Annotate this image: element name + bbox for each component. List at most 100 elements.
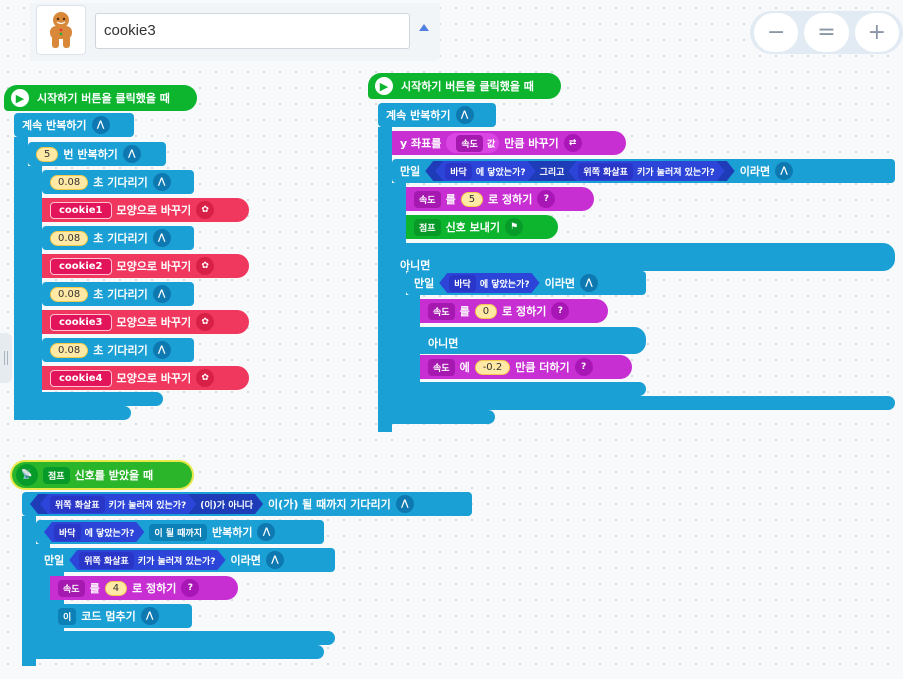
object-dropdown[interactable]: 바닥: [449, 275, 476, 292]
signal-event-block[interactable]: 📡 점프 신호를 받았을 때: [12, 462, 192, 488]
gingerbread-icon: [50, 12, 72, 48]
panel-resize-handle[interactable]: [0, 333, 12, 383]
touch-condition[interactable]: 바닥 에 닿았는가?: [44, 522, 144, 542]
if-end: [50, 631, 335, 645]
wait-block[interactable]: 0.08 초 기다리기 ⋀: [42, 338, 194, 362]
object-dropdown[interactable]: 바닥: [445, 163, 472, 180]
and-condition[interactable]: 바닥 에 닿았는가? 그리고 위쪽 화살표 키가 눌러져 있는가?: [425, 161, 734, 181]
block-label: 이(가) 될 때까지 기다리기: [268, 498, 391, 511]
collapse-up-icon[interactable]: [419, 24, 429, 31]
key-dropdown[interactable]: 위쪽 화살표: [50, 496, 105, 513]
shape-dropdown[interactable]: cookie2: [50, 257, 112, 275]
stop-dropdown[interactable]: 이: [58, 607, 77, 625]
add-value[interactable]: -0.2: [474, 359, 511, 375]
block-label: 키가 눌러져 있는가?: [108, 500, 187, 511]
wait-until-block[interactable]: 위쪽 화살표 키가 눌러져 있는가? (이)가 아니다 이(가) 될 때까지 기다…: [22, 492, 472, 516]
set-value[interactable]: 5: [460, 191, 484, 207]
zoom-controls: − = +: [750, 11, 903, 54]
flow-icon: ⋀: [395, 495, 414, 513]
until-dropdown[interactable]: 이 될 때까지: [149, 523, 207, 541]
zoom-reset-button[interactable]: =: [804, 13, 849, 52]
if-end: [406, 382, 646, 396]
forever-rail: [14, 137, 28, 420]
block-label: 를: [89, 582, 100, 595]
if-block[interactable]: 만일 위쪽 화살표 키가 눌러져 있는가? 이라면 ⋀: [36, 548, 335, 572]
touch-condition[interactable]: 바닥 에 닿았는가?: [439, 273, 539, 293]
zoom-out-button[interactable]: −: [754, 13, 799, 52]
repeat-count[interactable]: 5: [36, 146, 59, 162]
variable-value-reporter[interactable]: 속도 값: [446, 133, 500, 153]
block-label: 값: [486, 139, 496, 150]
if-else-block[interactable]: 만일 바닥 에 닿았는가? 그리고 위쪽 화살표 키가 눌러져 있는가? 이라면 ⋀: [392, 159, 895, 183]
looks-icon: ✿: [196, 313, 215, 331]
forever-block[interactable]: 계속 반복하기 ⋀: [14, 113, 134, 137]
touch-condition[interactable]: 바닥 에 닿았는가?: [435, 161, 535, 181]
signal-dropdown[interactable]: 점프: [414, 218, 441, 236]
object-dropdown[interactable]: 바닥: [54, 524, 81, 541]
start-event-block[interactable]: ▶ 시작하기 버튼을 클릭했을 때: [368, 73, 561, 99]
switch-shape-block[interactable]: cookie3 모양으로 바꾸기 ✿: [42, 310, 249, 334]
repeat-block[interactable]: 5 번 반복하기 ⋀: [28, 142, 166, 166]
wait-value[interactable]: 0.08: [50, 286, 89, 302]
block-label: 에 닿았는가?: [475, 167, 526, 178]
wait-value[interactable]: 0.08: [50, 342, 89, 358]
variable-dropdown[interactable]: 속도: [58, 579, 85, 597]
wait-value[interactable]: 0.08: [50, 230, 89, 246]
switch-shape-block[interactable]: cookie1 모양으로 바꾸기 ✿: [42, 198, 249, 222]
zoom-in-button[interactable]: +: [854, 13, 899, 52]
repeat-until-block[interactable]: 바닥 에 닿았는가? 이 될 때까지 반복하기 ⋀: [36, 520, 324, 544]
if-else-block[interactable]: 만일 바닥 에 닿았는가? 이라면 ⋀: [406, 271, 646, 295]
set-variable-block[interactable]: 속도 를 5 로 정하기?: [406, 187, 594, 211]
forever-rail: [378, 127, 392, 432]
switch-shape-block[interactable]: cookie2 모양으로 바꾸기 ✿: [42, 254, 249, 278]
block-label: 신호를 받았을 때: [74, 469, 154, 482]
play-icon: ▶: [372, 74, 396, 98]
send-signal-block[interactable]: 점프 신호 보내기 ⚑: [406, 215, 558, 239]
block-label: 를: [445, 193, 456, 206]
flow-icon: ⋀: [265, 551, 284, 569]
key-condition[interactable]: 위쪽 화살표 키가 눌러져 있는가?: [69, 550, 225, 570]
move-icon: ⇄: [563, 134, 582, 152]
variable-dropdown[interactable]: 속도: [428, 302, 455, 320]
block-label: 만일: [400, 165, 421, 178]
wait-block[interactable]: 0.08 초 기다리기 ⋀: [42, 282, 194, 306]
help-icon: ?: [537, 190, 556, 208]
block-label: 모양으로 바꾸기: [116, 316, 192, 329]
set-variable-block[interactable]: 속도 를 0 로 정하기?: [420, 299, 608, 323]
key-dropdown[interactable]: 위쪽 화살표: [79, 552, 134, 569]
set-value[interactable]: 4: [104, 580, 128, 596]
block-label: 계속 반복하기: [22, 119, 87, 132]
if-end: [392, 396, 895, 410]
shape-dropdown[interactable]: cookie1: [50, 201, 112, 219]
sprite-name-input[interactable]: cookie3: [95, 13, 410, 49]
wait-value[interactable]: 0.08: [50, 174, 89, 190]
block-label: 모양으로 바꾸기: [116, 204, 192, 217]
key-condition[interactable]: 위쪽 화살표 키가 눌러져 있는가?: [568, 161, 724, 181]
add-variable-block[interactable]: 속도 에 -0.2 만큼 더하기?: [420, 355, 632, 379]
block-label: 아니면: [428, 336, 459, 350]
variable-dropdown[interactable]: 속도: [456, 134, 483, 152]
forever-block[interactable]: 계속 반복하기 ⋀: [378, 103, 496, 127]
sprite-thumbnail[interactable]: [36, 5, 86, 55]
block-label: y 좌표를: [400, 137, 442, 150]
stop-code-block[interactable]: 이 코드 멈추기 ⋀: [50, 604, 192, 628]
shape-dropdown[interactable]: cookie4: [50, 369, 112, 387]
variable-dropdown[interactable]: 속도: [414, 190, 441, 208]
switch-shape-block[interactable]: cookie4 모양으로 바꾸기 ✿: [42, 366, 249, 390]
variable-dropdown[interactable]: 속도: [428, 358, 455, 376]
repeat-end: [28, 392, 163, 406]
change-y-block[interactable]: y 좌표를 속도 값 만큼 바꾸기 ⇄: [392, 131, 626, 155]
block-label: 만일: [414, 277, 435, 290]
block-label: 만큼 더하기: [515, 361, 570, 374]
set-value[interactable]: 0: [474, 303, 498, 319]
block-label: 모양으로 바꾸기: [116, 260, 192, 273]
not-condition[interactable]: 위쪽 화살표 키가 눌러져 있는가? (이)가 아니다: [30, 494, 263, 514]
shape-dropdown[interactable]: cookie3: [50, 313, 112, 331]
set-variable-block[interactable]: 속도 를 4 로 정하기?: [50, 576, 238, 600]
wait-block[interactable]: 0.08 초 기다리기 ⋀: [42, 226, 194, 250]
key-condition[interactable]: 위쪽 화살표 키가 눌러져 있는가?: [40, 494, 196, 514]
signal-dropdown[interactable]: 점프: [43, 466, 70, 484]
key-dropdown[interactable]: 위쪽 화살표: [578, 163, 633, 180]
wait-block[interactable]: 0.08 초 기다리기 ⋀: [42, 170, 194, 194]
start-event-block[interactable]: ▶ 시작하기 버튼을 클릭했을 때: [4, 85, 197, 111]
